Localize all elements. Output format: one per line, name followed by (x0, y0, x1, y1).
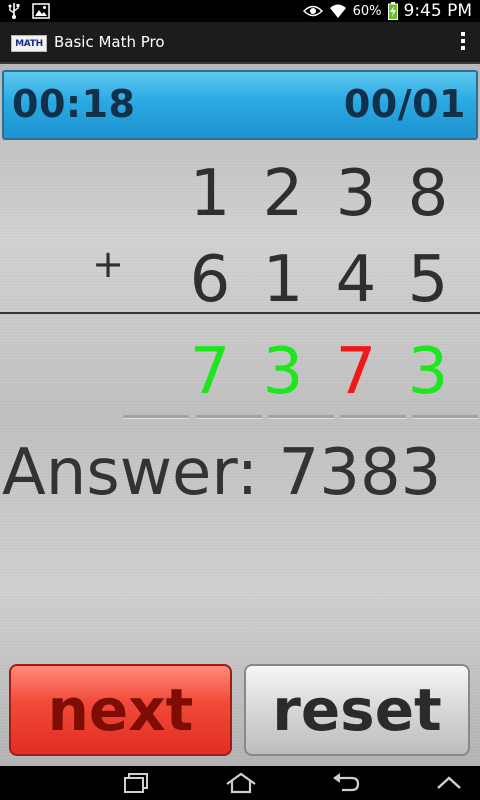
bottom-digit-3: 4 (335, 243, 377, 317)
status-indicators: 60% 9:45 PM (302, 0, 473, 22)
battery-charging-icon (387, 2, 398, 20)
entered-digit-1[interactable]: 7 (180, 340, 240, 404)
operator-sign: + (92, 242, 124, 286)
home-icon[interactable] (224, 772, 258, 794)
entered-digit-4[interactable]: 3 (398, 340, 458, 404)
bottom-digit-4: 5 (407, 243, 449, 317)
status-notifications (8, 3, 50, 19)
entered-digit-2[interactable]: 3 (253, 340, 313, 404)
overflow-menu-icon[interactable] (460, 32, 466, 52)
next-button[interactable]: next (9, 664, 232, 756)
status-bar: 60% 9:45 PM (0, 0, 480, 22)
input-slot (340, 415, 406, 419)
wifi-icon (329, 4, 346, 18)
input-slot (268, 415, 334, 419)
sum-line (0, 312, 480, 314)
reset-button[interactable]: reset (244, 664, 470, 756)
back-icon[interactable] (330, 772, 360, 794)
usb-icon (8, 3, 20, 19)
eye-icon (302, 5, 323, 17)
input-slot (123, 415, 189, 419)
recent-apps-icon[interactable] (122, 772, 152, 794)
question-progress: 00/01 (343, 82, 466, 126)
top-digit-2: 2 (262, 157, 304, 231)
app-title: Basic Math Pro (54, 33, 165, 51)
battery-percent: 60% (352, 3, 382, 19)
input-slot (196, 415, 262, 419)
chevron-up-icon[interactable] (434, 772, 464, 794)
action-bar: MATH Basic Math Pro (0, 22, 480, 64)
top-digit-1: 1 (189, 157, 231, 231)
main-area: 00:18 00/01 1 2 3 8 + 6 1 4 5 7 3 7 3 An… (0, 64, 480, 766)
image-notification-icon (32, 3, 50, 19)
navigation-bar (0, 766, 480, 800)
bottom-digit-1: 6 (189, 243, 231, 317)
score-bar: 00:18 00/01 (2, 70, 478, 140)
app-logo: MATH (11, 35, 47, 52)
bottom-digit-2: 1 (262, 243, 304, 317)
answer-text: Answer: 7383 (2, 436, 442, 510)
top-digit-4: 8 (407, 157, 449, 231)
entered-digit-3[interactable]: 7 (326, 340, 386, 404)
timer: 00:18 (12, 82, 136, 126)
input-slot (412, 415, 478, 419)
top-digit-3: 3 (335, 157, 377, 231)
status-time: 9:45 PM (403, 1, 473, 21)
